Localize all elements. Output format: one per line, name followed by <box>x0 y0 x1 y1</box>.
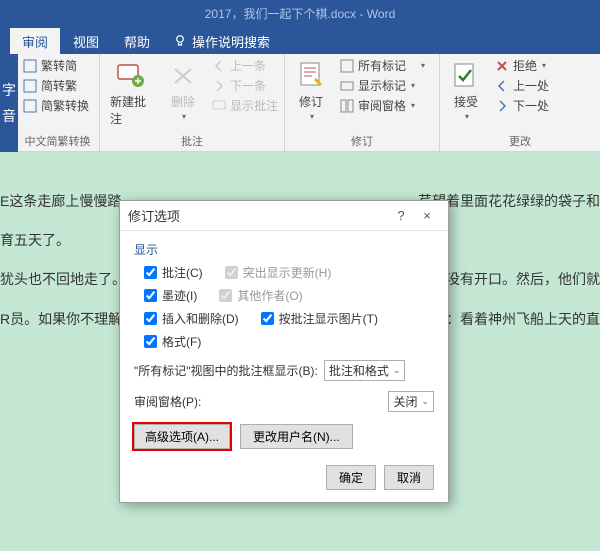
tell-me-search[interactable]: 操作说明搜索 <box>163 28 280 55</box>
dialog-titlebar[interactable]: 修订选项 ? × <box>120 201 448 231</box>
track-icon <box>295 59 327 91</box>
tell-me-label: 操作说明搜索 <box>192 32 270 51</box>
comment-icon <box>211 98 227 114</box>
group-label: 修订 <box>291 133 433 151</box>
convert-icon <box>22 98 38 114</box>
dialog-help-button[interactable]: ? <box>388 205 414 227</box>
checkbox-formatting[interactable]: 格式(F) <box>144 333 201 350</box>
delete-comment-button[interactable]: 删除▾ <box>163 57 203 123</box>
next-icon <box>494 98 510 114</box>
show-markup[interactable]: 显示标记▾ <box>339 77 425 94</box>
next-change[interactable]: 下一处 <box>494 97 549 114</box>
track-changes-button[interactable]: 修订▾ <box>291 57 331 123</box>
delete-icon <box>167 59 199 91</box>
left-pane-edge: 字 音 <box>0 54 18 152</box>
checkbox-highlight-updates: 突出显示更新(H) <box>225 264 332 281</box>
tab-view[interactable]: 视图 <box>61 28 111 55</box>
reject-icon <box>494 58 510 74</box>
accept-icon <box>450 59 482 91</box>
checkbox-other-authors: 其他作者(O) <box>219 287 302 304</box>
show-markup-icon <box>339 78 355 94</box>
convert-icon <box>22 78 38 94</box>
track-changes-options-dialog: 修订选项 ? × 显示 批注(C) 突出显示更新(H) 墨迹(I) 其他作者(O… <box>119 200 449 503</box>
prev-comment[interactable]: 上一条 <box>211 57 278 74</box>
group-label: 更改 <box>446 133 594 151</box>
checkbox-pictures-by-comment[interactable]: 按批注显示图片(T) <box>261 310 378 327</box>
tab-review[interactable]: 审阅 <box>10 28 60 55</box>
group-label: 中文简繁转换 <box>22 133 93 151</box>
balloons-label: "所有标记"视图中的批注框显示(B): <box>134 362 318 379</box>
next-icon <box>211 78 227 94</box>
lightbulb-icon <box>173 34 187 48</box>
ok-button[interactable]: 确定 <box>326 465 376 490</box>
advanced-options-button[interactable]: 高级选项(A)... <box>134 424 230 449</box>
ribbon-tabs: 审阅 视图 帮助 操作说明搜索 <box>0 28 600 54</box>
balloons-select[interactable]: 批注和格式⌄ <box>324 360 406 381</box>
window-title: 2017，我们一起下个棋.docx - Word <box>0 0 600 28</box>
ribbon: 繁转简 简转繁 简繁转换 中文简繁转换 新建批注 删除▾ 上一条 下一条 显示批… <box>0 54 600 152</box>
checkbox-comments[interactable]: 批注(C) <box>144 264 203 281</box>
tab-help[interactable]: 帮助 <box>112 28 162 55</box>
chinese-convert[interactable]: 简繁转换 <box>22 97 93 114</box>
change-username-button[interactable]: 更改用户名(N)... <box>240 424 353 449</box>
group-label: 批注 <box>106 133 278 151</box>
next-comment[interactable]: 下一条 <box>211 77 278 94</box>
accept-button[interactable]: 接受▾ <box>446 57 486 123</box>
markup-dropdown[interactable]: 所有标记▾ <box>339 57 425 74</box>
convert-icon <box>22 58 38 74</box>
cancel-button[interactable]: 取消 <box>384 465 434 490</box>
prev-icon <box>494 78 510 94</box>
new-comment-icon <box>114 59 146 91</box>
pane-icon <box>339 98 355 114</box>
review-pane-label: 审阅窗格(P): <box>134 393 201 410</box>
prev-icon <box>211 58 227 74</box>
trad-to-simp[interactable]: 繁转简 <box>22 57 93 74</box>
checkbox-ink[interactable]: 墨迹(I) <box>144 287 197 304</box>
markup-icon <box>339 58 355 74</box>
chevron-down-icon: ⌄ <box>421 396 429 407</box>
prev-change[interactable]: 上一处 <box>494 77 549 94</box>
review-pane[interactable]: 审阅窗格▾ <box>339 97 425 114</box>
dialog-title: 修订选项 <box>128 206 180 225</box>
chevron-down-icon: ⌄ <box>393 365 401 376</box>
new-comment-button[interactable]: 新建批注 <box>106 57 155 129</box>
checkbox-insert-delete[interactable]: 插入和删除(D) <box>144 310 239 327</box>
reject-button[interactable]: 拒绝▾ <box>494 57 549 74</box>
review-pane-select[interactable]: 关闭⌄ <box>388 391 434 412</box>
simp-to-trad[interactable]: 简转繁 <box>22 77 93 94</box>
section-label: 显示 <box>134 241 434 258</box>
dialog-close-button[interactable]: × <box>414 205 440 227</box>
show-comments[interactable]: 显示批注 <box>211 97 278 114</box>
